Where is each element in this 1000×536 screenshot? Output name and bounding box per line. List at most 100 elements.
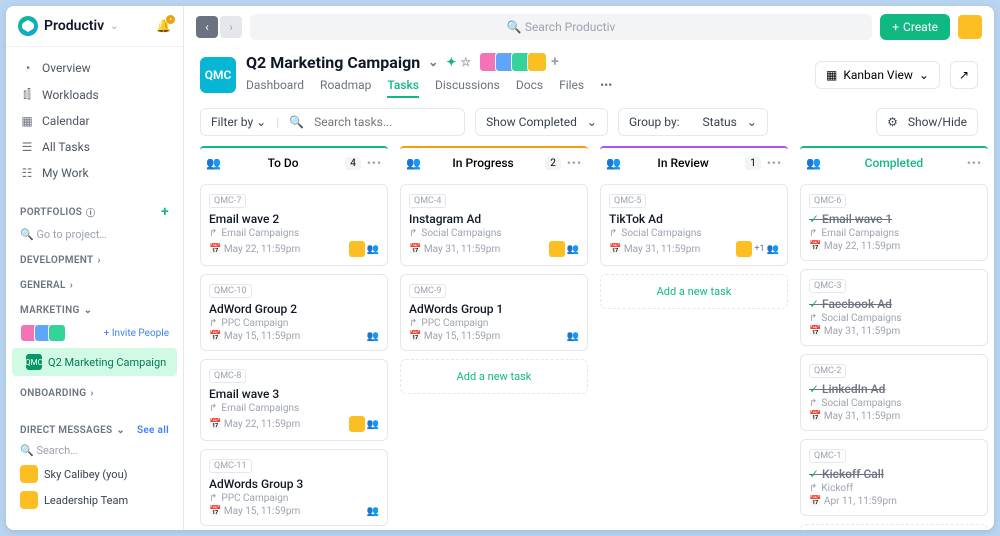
nav-icon: ☷ xyxy=(20,166,34,180)
show-hide-button[interactable]: ⚙ Show/Hide xyxy=(876,108,978,136)
task-card[interactable]: QMC-9 AdWords Group 1 ↱ PPC Campaign 📅 M… xyxy=(400,274,588,351)
task-title: ✓ Facebook Ad xyxy=(809,297,979,311)
add-assignee-icon[interactable]: 👥 xyxy=(567,244,579,255)
nav-item[interactable]: ◔Overview xyxy=(6,55,183,81)
add-assignee-icon[interactable]: 👥 xyxy=(367,419,379,430)
dm-search[interactable]: 🔍 Search… xyxy=(6,440,183,461)
task-card[interactable]: QMC-6 ✓ Email wave 1 ↱ Email Campaigns 📅… xyxy=(800,184,988,261)
task-assignees[interactable]: 👥 xyxy=(349,241,379,257)
task-search-input[interactable] xyxy=(314,115,454,129)
task-assignees[interactable]: 👥 xyxy=(367,506,379,517)
notifications-icon[interactable]: 🔔• xyxy=(156,19,171,33)
sidebar-project-active[interactable]: QMC Q2 Marketing Campaign xyxy=(12,348,177,376)
column-menu-icon[interactable]: ••• xyxy=(567,156,582,170)
nav-icon: ⫾⫿ xyxy=(20,87,34,102)
tab-roadmap[interactable]: Roadmap xyxy=(320,74,371,98)
column-menu-icon[interactable]: ••• xyxy=(767,156,782,170)
tab-dashboard[interactable]: Dashboard xyxy=(246,74,304,98)
sidebar: Productiv ⌄ 🔔• ◔Overview⫾⫿Workloads▦Cale… xyxy=(6,6,184,530)
task-card[interactable]: QMC-8 Email wave 3 ↱ Email Campaigns 📅 M… xyxy=(200,359,388,441)
add-portfolio-icon[interactable]: + xyxy=(161,204,169,220)
dm-item[interactable]: Leadership Team xyxy=(6,487,183,513)
add-task-button[interactable]: Add a new task xyxy=(800,524,988,530)
task-assignees[interactable]: 👥 xyxy=(367,331,379,342)
assign-icon[interactable]: 👥 xyxy=(206,156,221,170)
global-search[interactable]: 🔍 Search Productiv xyxy=(250,14,872,40)
tab-discussions[interactable]: Discussions xyxy=(435,74,500,98)
project-members[interactable] xyxy=(479,52,543,72)
add-member-icon[interactable]: + xyxy=(551,54,559,70)
task-card[interactable]: QMC-1 ✓ Kickoff Call ↱ Kickoff 📅 Apr 11,… xyxy=(800,439,988,516)
task-card[interactable]: QMC-2 ✓ LinkedIn Ad ↱ Social Campaigns 📅… xyxy=(800,354,988,431)
nav-item[interactable]: ☷My Work xyxy=(6,160,183,186)
add-assignee-icon[interactable]: 👥 xyxy=(367,506,379,517)
add-assignee-icon[interactable]: 👥 xyxy=(767,244,779,255)
assign-icon[interactable]: 👥 xyxy=(606,156,621,170)
pin-icon[interactable]: ✦ xyxy=(446,55,456,69)
marketing-section[interactable]: MARKETING ⌄ xyxy=(6,295,183,320)
task-tag: QMC-1 xyxy=(809,449,846,463)
task-date: 📅 May 15, 11:59pm xyxy=(209,331,300,342)
assign-icon[interactable]: 👥 xyxy=(406,156,421,170)
nav-item[interactable]: ▦Calendar xyxy=(6,108,183,134)
tab-docs[interactable]: Docs xyxy=(516,74,543,98)
task-card[interactable]: QMC-11 AdWords Group 3 ↱ PPC Campaign 📅 … xyxy=(200,449,388,526)
forward-button[interactable]: › xyxy=(220,16,242,38)
search-icon: 🔍 xyxy=(289,115,304,129)
assign-icon[interactable]: 👥 xyxy=(806,156,821,170)
add-task-button[interactable]: Add a new task xyxy=(600,274,788,309)
add-task-button[interactable]: Add a new task xyxy=(400,359,588,394)
dm-section[interactable]: DIRECT MESSAGES ⌄ See all xyxy=(6,415,183,440)
task-date: 📅 May 22, 11:59pm xyxy=(809,241,900,252)
group-by-selector[interactable]: Group by: Status ⌄ xyxy=(618,108,768,136)
chevron-down-icon[interactable]: ⌄ xyxy=(110,21,118,32)
invite-people[interactable]: + Invite People xyxy=(104,328,169,339)
goto-project[interactable]: 🔍 Go to project… xyxy=(6,224,183,245)
column-menu-icon[interactable]: ••• xyxy=(967,156,982,170)
info-icon[interactable]: ⓘ xyxy=(86,206,95,219)
task-tag: QMC-8 xyxy=(209,369,246,383)
dm-item[interactable]: Sky Calibey (you) xyxy=(6,461,183,487)
tab-more[interactable]: ••• xyxy=(600,74,612,98)
task-assignees[interactable]: 👥 xyxy=(549,241,579,257)
task-card[interactable]: QMC-10 AdWord Group 2 ↱ PPC Campaign 📅 M… xyxy=(200,274,388,351)
add-assignee-icon[interactable]: 👥 xyxy=(367,244,379,255)
onboarding-section[interactable]: ONBOARDING › xyxy=(6,378,183,403)
back-button[interactable]: ‹ xyxy=(196,16,218,38)
star-icon[interactable]: ☆ xyxy=(460,55,471,69)
chevron-down-icon[interactable]: ⌄ xyxy=(428,55,438,69)
avatar xyxy=(736,241,752,257)
column-menu-icon[interactable]: ••• xyxy=(367,156,382,170)
share-button[interactable]: ↗ xyxy=(950,61,978,89)
chevron-down-icon: ⌄ xyxy=(116,425,125,436)
nav-item[interactable]: ☰All Tasks xyxy=(6,134,183,160)
column-header: 👥 In Progress 2 ••• xyxy=(400,146,588,178)
tab-tasks[interactable]: Tasks xyxy=(387,74,419,98)
add-assignee-icon[interactable]: 👥 xyxy=(567,331,579,342)
show-completed-toggle[interactable]: Show Completed ⌄ xyxy=(475,108,608,136)
task-card[interactable]: QMC-3 ✓ Facebook Ad ↱ Social Campaigns 📅… xyxy=(800,269,988,346)
task-assignees[interactable]: 👥 xyxy=(349,416,379,432)
task-assignees[interactable]: +1 👥 xyxy=(736,241,779,257)
add-assignee-icon[interactable]: 👥 xyxy=(367,331,379,342)
task-parent: ↱ Email Campaigns xyxy=(209,228,379,239)
task-card[interactable]: QMC-5 TikTok Ad ↱ Social Campaigns 📅 May… xyxy=(600,184,788,266)
nav-list: ◔Overview⫾⫿Workloads▦Calendar☰All Tasks☷… xyxy=(6,47,183,194)
avatar[interactable] xyxy=(48,324,66,342)
portfolios-header[interactable]: PORTFOLIOS ⓘ + xyxy=(6,194,183,224)
development-section[interactable]: DEVELOPMENT › xyxy=(6,245,183,270)
create-button[interactable]: + Create xyxy=(880,14,950,40)
tab-files[interactable]: Files xyxy=(559,74,584,98)
task-date: 📅 May 31, 11:59pm xyxy=(409,244,500,255)
task-parent: ↱ Social Campaigns xyxy=(609,228,779,239)
nav-item[interactable]: ⫾⫿Workloads xyxy=(6,81,183,108)
task-card[interactable]: QMC-7 Email wave 2 ↱ Email Campaigns 📅 M… xyxy=(200,184,388,266)
filter-by[interactable]: Filter by ⌄ xyxy=(211,115,266,129)
general-section[interactable]: GENERAL › xyxy=(6,270,183,295)
task-assignees[interactable]: 👥 xyxy=(567,331,579,342)
app-name[interactable]: Productiv xyxy=(44,18,104,34)
task-card[interactable]: QMC-4 Instagram Ad ↱ Social Campaigns 📅 … xyxy=(400,184,588,266)
user-avatar[interactable] xyxy=(958,15,982,39)
see-all-link[interactable]: See all xyxy=(137,425,169,436)
view-selector[interactable]: ▦ Kanban View ⌄ xyxy=(815,61,940,89)
